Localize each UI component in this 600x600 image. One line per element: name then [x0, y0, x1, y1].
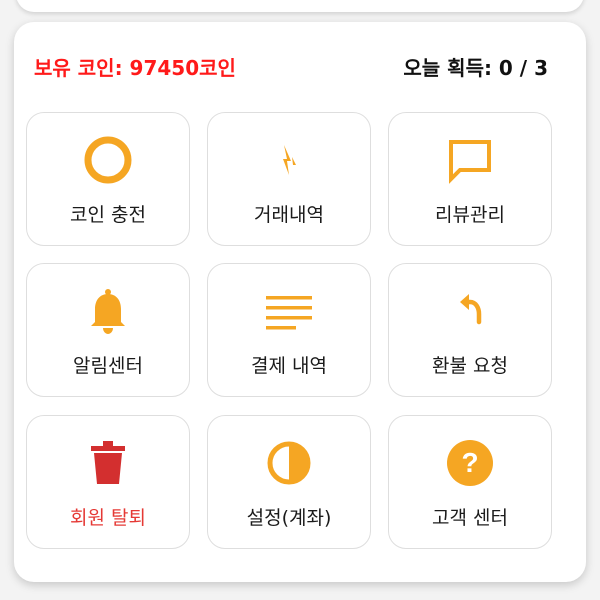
- coin-circle-icon: [80, 135, 136, 185]
- menu-label: 리뷰관리: [435, 204, 505, 226]
- today-earned-text: 오늘 획득: 0 / 3: [403, 56, 548, 80]
- svg-text:?: ?: [461, 447, 478, 478]
- trash-icon: [80, 438, 136, 488]
- help-circle-icon: ?: [442, 438, 498, 488]
- transaction-bolt-icon: [261, 135, 317, 185]
- menu-notification-center-button[interactable]: 알림센터: [26, 263, 190, 397]
- menu-coin-charge-button[interactable]: 코인 충전: [26, 112, 190, 246]
- half-circle-icon: [261, 438, 317, 488]
- menu-label: 설정(계좌): [246, 507, 332, 529]
- menu-label: 고객 센터: [432, 507, 508, 529]
- chat-bubble-icon: [442, 135, 498, 185]
- bell-icon: [80, 286, 136, 336]
- menu-transactions-button[interactable]: 거래내역: [207, 112, 371, 246]
- menu-label: 결제 내역: [251, 355, 327, 377]
- mypage-menu-panel: 보유 코인: 97450코인 오늘 획득: 0 / 3 코인 충전 거래내역 리…: [14, 22, 586, 582]
- menu-withdraw-membership-button[interactable]: 회원 탈퇴: [26, 415, 190, 549]
- undo-arrow-icon: [442, 286, 498, 336]
- menu-label: 코인 충전: [70, 204, 146, 226]
- menu-payment-history-button[interactable]: 결제 내역: [207, 263, 371, 397]
- menu-label: 알림센터: [73, 355, 143, 377]
- menu-review-manage-button[interactable]: 리뷰관리: [388, 112, 552, 246]
- menu-refund-request-button[interactable]: 환불 요청: [388, 263, 552, 397]
- menu-label: 회원 탈퇴: [70, 507, 146, 529]
- coin-balance-text: 보유 코인: 97450코인: [34, 56, 236, 80]
- previous-card-edge: [16, 0, 584, 12]
- menu-label: 환불 요청: [432, 355, 508, 377]
- list-lines-icon: [261, 286, 317, 336]
- menu-label: 거래내역: [254, 204, 324, 226]
- menu-customer-center-button[interactable]: ? 고객 센터: [388, 415, 552, 549]
- menu-settings-account-button[interactable]: 설정(계좌): [207, 415, 371, 549]
